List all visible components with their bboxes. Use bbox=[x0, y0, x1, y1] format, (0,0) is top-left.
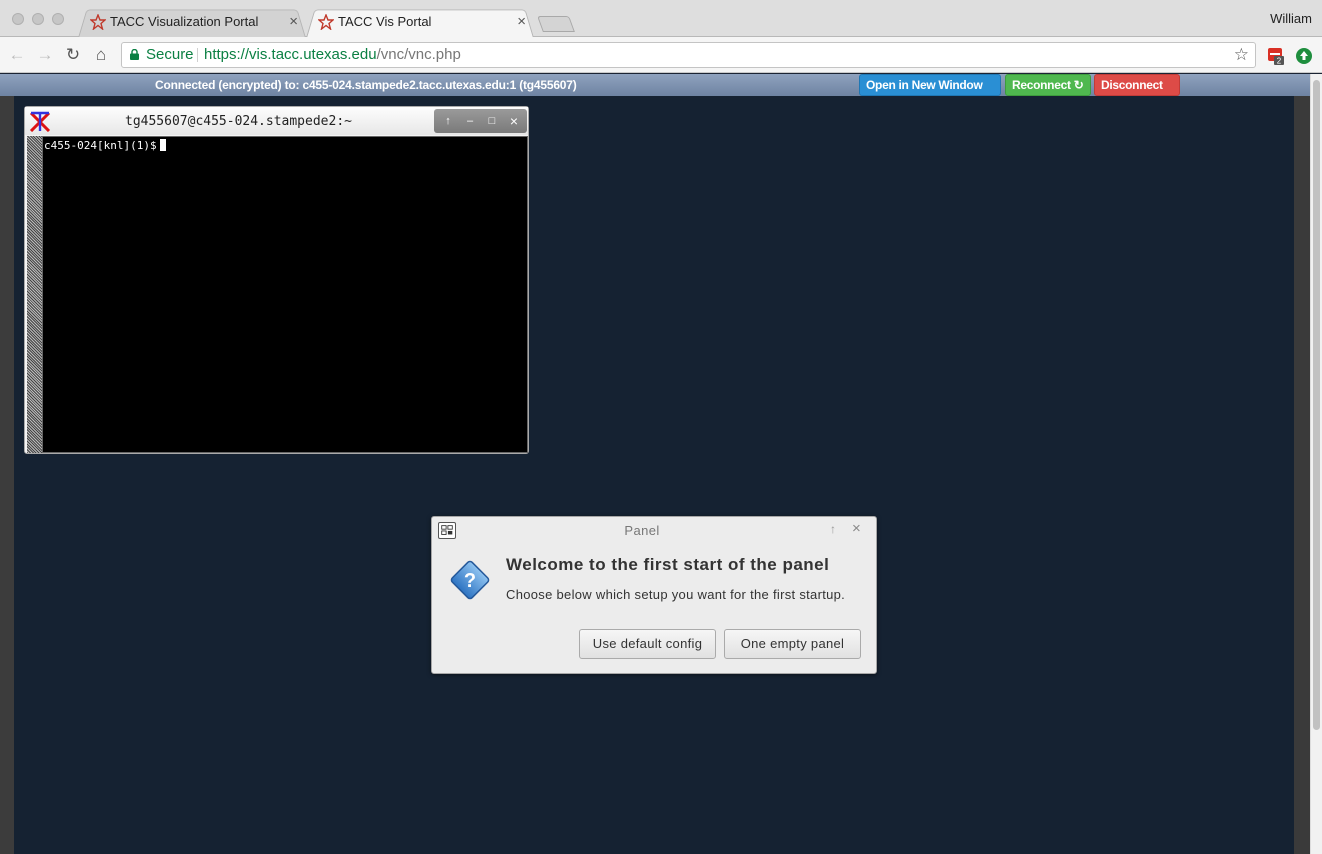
one-empty-panel-button[interactable]: One empty panel bbox=[724, 629, 861, 659]
extension-badge: 2 bbox=[1277, 57, 1282, 66]
tab-title: TACC Vis Portal bbox=[338, 14, 432, 29]
tacc-star-icon bbox=[90, 14, 106, 30]
window-close-button[interactable] bbox=[12, 13, 24, 25]
tab-close-icon[interactable]: × bbox=[289, 7, 298, 37]
maximize-window-icon[interactable]: □ bbox=[484, 113, 500, 129]
url-path: /vnc/vnc.php bbox=[376, 46, 461, 63]
dialog-titlebar[interactable]: Panel ↑ × bbox=[432, 517, 876, 543]
use-default-config-button[interactable]: Use default config bbox=[579, 629, 716, 659]
url-text: https://vis.tacc.utexas.edu/vnc/vnc.php bbox=[204, 43, 461, 67]
dialog-raise-icon[interactable]: ↑ bbox=[830, 522, 836, 536]
tab-tacc-vis-portal[interactable]: TACC Vis Portal × bbox=[306, 7, 534, 38]
browser-toolbar: ← → ↻ ⌂ Secure https://vis.tacc.utexas.e… bbox=[0, 37, 1322, 73]
desktop-right-edge bbox=[1294, 96, 1310, 854]
forward-arrow-icon[interactable]: → bbox=[34, 44, 56, 66]
profile-name[interactable]: William bbox=[1270, 11, 1312, 26]
xterm-title: tg455607@c455-024.stampede2:~ bbox=[125, 114, 352, 129]
window-minimize-button[interactable] bbox=[32, 13, 44, 25]
back-arrow-icon[interactable]: ← bbox=[6, 44, 28, 66]
lock-icon bbox=[130, 49, 139, 60]
svg-text:?: ? bbox=[464, 570, 476, 592]
tab-title: TACC Visualization Portal bbox=[110, 14, 259, 29]
xterm-x-logo-icon bbox=[29, 111, 51, 132]
connection-status: Connected (encrypted) to: c455-024.stamp… bbox=[155, 78, 577, 92]
open-new-window-label: Open in New Window bbox=[866, 78, 983, 92]
page-scrollbar[interactable] bbox=[1310, 74, 1322, 854]
xterm-scrollbar[interactable] bbox=[27, 136, 42, 453]
xterm-window-controls: ↑ – □ × bbox=[434, 109, 527, 133]
new-tab-button[interactable] bbox=[537, 16, 575, 32]
scrollbar-thumb[interactable] bbox=[1313, 80, 1320, 730]
dialog-heading: Welcome to the first start of the panel bbox=[506, 555, 830, 574]
calendar-extension-icon[interactable]: 2 bbox=[1267, 47, 1285, 65]
vnc-status-bar: Connected (encrypted) to: c455-024.stamp… bbox=[0, 74, 1310, 113]
dialog-title: Panel bbox=[624, 523, 660, 538]
terminal-prompt-line: c455-024[knl](1)$ bbox=[44, 139, 166, 152]
home-icon[interactable]: ⌂ bbox=[90, 44, 112, 66]
question-icon: ? bbox=[450, 560, 490, 600]
reload-icon[interactable]: ↻ bbox=[62, 44, 84, 66]
dialog-message: Choose below which setup you want for th… bbox=[506, 587, 846, 602]
address-divider bbox=[197, 48, 198, 62]
tab-tacc-visualization-portal[interactable]: TACC Visualization Portal × bbox=[78, 7, 306, 38]
address-bar[interactable]: Secure https://vis.tacc.utexas.edu/vnc/v… bbox=[121, 42, 1256, 68]
desktop-left-edge bbox=[0, 96, 14, 854]
raise-window-icon[interactable]: ↑ bbox=[440, 113, 456, 129]
tab-strip: TACC Visualization Portal × TACC Vis Por… bbox=[0, 0, 1322, 38]
terminal-screen[interactable]: c455-024[knl](1)$ bbox=[42, 136, 528, 453]
reconnect-button[interactable]: Reconnect ↻ bbox=[1005, 74, 1091, 96]
xterm-titlebar[interactable]: tg455607@c455-024.stampede2:~ ↑ – □ × bbox=[25, 107, 528, 135]
open-new-window-button[interactable]: Open in New Window ↗ bbox=[859, 74, 1001, 113]
tacc-star-icon bbox=[318, 14, 334, 30]
minimize-window-icon[interactable]: – bbox=[462, 113, 478, 129]
panel-welcome-dialog: Panel ↑ × ? Welcome to the first start o… bbox=[431, 516, 877, 674]
reconnect-label: Reconnect bbox=[1012, 78, 1071, 92]
terminal-cursor bbox=[159, 139, 166, 151]
disconnect-label: Disconnect bbox=[1101, 78, 1163, 92]
refresh-icon: ↻ bbox=[1073, 78, 1084, 92]
disconnect-button[interactable]: Disconnect ⏻ bbox=[1094, 74, 1180, 113]
close-window-icon[interactable]: × bbox=[506, 113, 522, 129]
secure-label: Secure bbox=[146, 46, 194, 63]
window-zoom-button[interactable] bbox=[52, 13, 64, 25]
xterm-window[interactable]: tg455607@c455-024.stampede2:~ ↑ – □ × c4… bbox=[24, 106, 529, 454]
url-host: https://vis.tacc.utexas.edu bbox=[204, 46, 377, 63]
shell-prompt: c455-024[knl](1)$ bbox=[44, 139, 157, 152]
update-arrow-icon[interactable] bbox=[1295, 47, 1313, 65]
tab-close-icon[interactable]: × bbox=[517, 7, 526, 37]
dialog-close-icon[interactable]: × bbox=[852, 520, 861, 537]
bookmark-star-icon[interactable]: ☆ bbox=[1234, 43, 1249, 67]
